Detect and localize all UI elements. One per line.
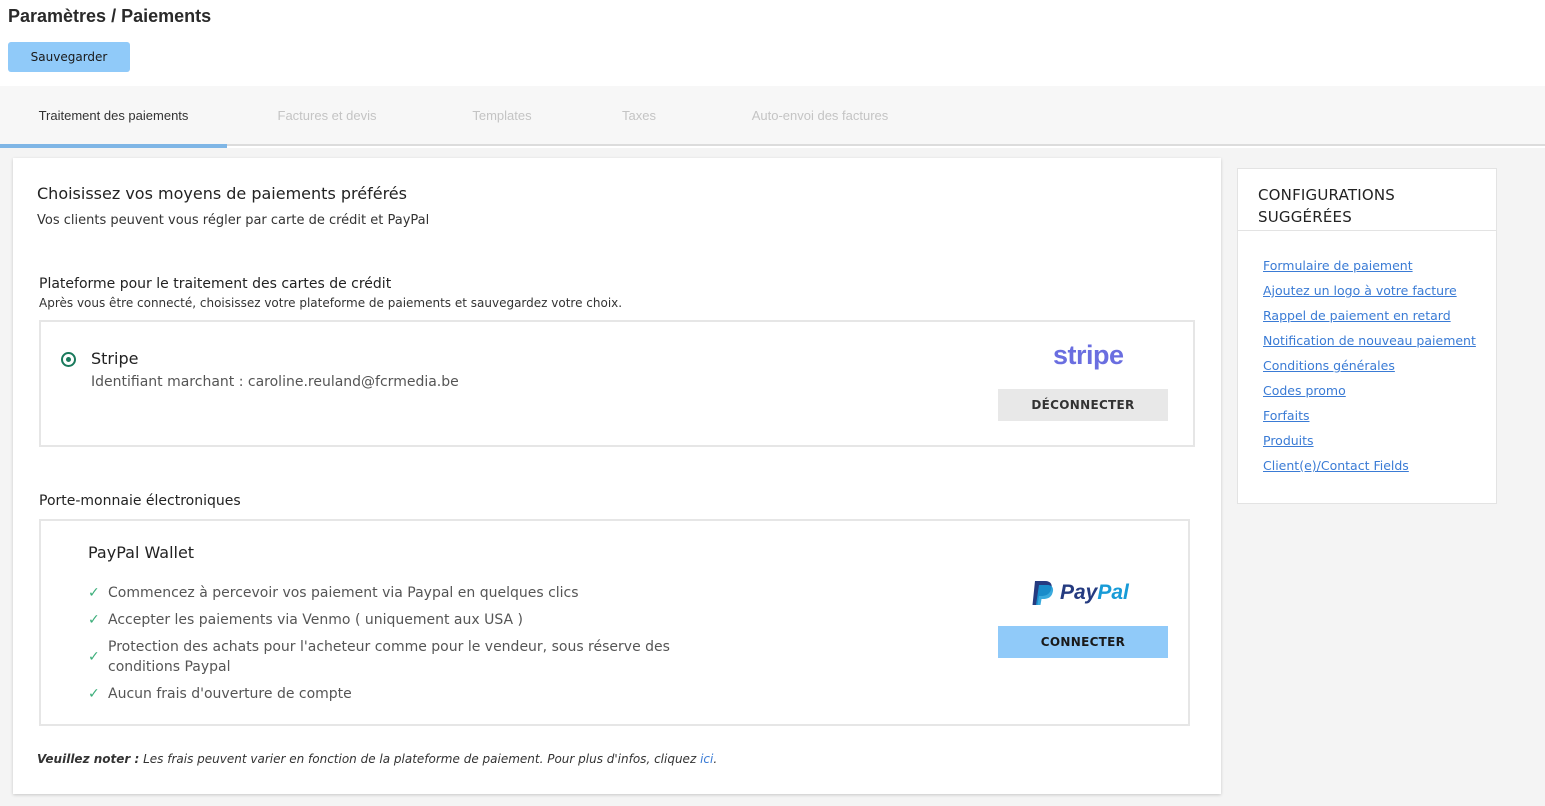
link-late-payment-reminder[interactable]: Rappel de paiement en retard bbox=[1263, 303, 1476, 328]
check-icon: ✓ bbox=[88, 612, 100, 628]
stripe-logo: stripe bbox=[1053, 340, 1124, 370]
feature-list: ✓ Commencez à percevoir vos paiement via… bbox=[88, 583, 708, 711]
link-promo-codes[interactable]: Codes promo bbox=[1263, 378, 1476, 403]
tab-bar: Traitement des paiements Factures et dev… bbox=[0, 86, 1545, 148]
connect-button[interactable]: CONNECTER bbox=[998, 626, 1168, 658]
payment-methods-card: Choisissez vos moyens de paiements préfé… bbox=[13, 158, 1221, 794]
tab-templates[interactable]: Templates bbox=[452, 86, 552, 146]
feature-item: ✓ Commencez à percevoir vos paiement via… bbox=[88, 583, 708, 603]
link-client-contact-fields[interactable]: Client(e)/Contact Fields bbox=[1263, 453, 1476, 478]
feature-text: Aucun frais d'ouverture de compte bbox=[108, 686, 352, 702]
feature-item: ✓ Aucun frais d'ouverture de compte bbox=[88, 684, 708, 704]
tab-auto-send-invoices[interactable]: Auto-envoi des factures bbox=[728, 86, 912, 146]
fees-note: Veuillez noter : Les frais peuvent varie… bbox=[37, 752, 717, 766]
tab-invoices-quotes[interactable]: Factures et devis bbox=[257, 86, 397, 146]
stripe-provider-box: Stripe Identifiant marchant : caroline.r… bbox=[39, 320, 1195, 447]
more-info-link[interactable]: ici bbox=[700, 752, 713, 766]
wallet-section-title: Porte-monnaie électroniques bbox=[39, 493, 241, 509]
check-icon: ✓ bbox=[88, 686, 100, 702]
save-button[interactable]: Sauvegarder bbox=[8, 42, 130, 72]
credit-card-section-title: Plateforme pour le traitement des cartes… bbox=[39, 276, 392, 292]
tab-payment-processing[interactable]: Traitement des paiements bbox=[0, 86, 227, 148]
top-bar: Paramètres / Paiements Sauvegarder bbox=[0, 0, 1545, 86]
tab-label: Factures et devis bbox=[277, 108, 377, 123]
side-panel-title: CONFIGURATIONS SUGGÉRÉES bbox=[1238, 169, 1496, 231]
tab-label: Templates bbox=[472, 108, 532, 123]
feature-text: Protection des achats pour l'acheteur co… bbox=[108, 639, 670, 675]
stripe-radio-button[interactable] bbox=[61, 352, 76, 367]
link-invoice-logo[interactable]: Ajoutez un logo à votre facture bbox=[1263, 278, 1476, 303]
feature-item: ✓ Protection des achats pour l'acheteur … bbox=[88, 637, 708, 677]
note-prefix: Veuillez noter : bbox=[37, 752, 140, 766]
wallet-name: PayPal Wallet bbox=[88, 543, 195, 562]
merchant-id: Identifiant marchant : caroline.reuland@… bbox=[91, 374, 459, 390]
note-text: Les frais peuvent varier en fonction de … bbox=[139, 752, 701, 766]
link-new-payment-notification[interactable]: Notification de nouveau paiement bbox=[1263, 328, 1476, 353]
suggested-links-list: Formulaire de paiement Ajoutez un logo à… bbox=[1263, 253, 1476, 478]
credit-card-section-description: Après vous être connecté, choisissez vot… bbox=[39, 296, 623, 310]
card-title: Choisissez vos moyens de paiements préfé… bbox=[37, 184, 407, 203]
check-icon: ✓ bbox=[88, 585, 100, 601]
paypal-logo: PayPal bbox=[1032, 579, 1129, 607]
link-products[interactable]: Produits bbox=[1263, 428, 1476, 453]
paypal-wallet-box: PayPal Wallet ✓ Commencez à percevoir vo… bbox=[39, 519, 1190, 726]
paypal-p-icon bbox=[1032, 581, 1054, 605]
provider-name: Stripe bbox=[91, 349, 139, 368]
note-suffix: . bbox=[713, 752, 718, 766]
feature-text: Accepter les paiements via Venmo ( uniqu… bbox=[108, 612, 523, 628]
tab-label: Taxes bbox=[622, 108, 656, 123]
link-payment-form[interactable]: Formulaire de paiement bbox=[1263, 253, 1476, 278]
paypal-wordmark: PayPal bbox=[1060, 581, 1129, 604]
tab-label: Auto-envoi des factures bbox=[751, 108, 889, 123]
feature-item: ✓ Accepter les paiements via Venmo ( uni… bbox=[88, 610, 708, 630]
tab-taxes[interactable]: Taxes bbox=[604, 86, 674, 146]
page-title: Paramètres / Paiements bbox=[8, 6, 212, 26]
check-icon: ✓ bbox=[88, 649, 100, 665]
feature-text: Commencez à percevoir vos paiement via P… bbox=[108, 585, 579, 601]
link-terms-conditions[interactable]: Conditions générales bbox=[1263, 353, 1476, 378]
suggested-configurations-panel: CONFIGURATIONS SUGGÉRÉES Formulaire de p… bbox=[1237, 168, 1497, 504]
link-packages[interactable]: Forfaits bbox=[1263, 403, 1476, 428]
disconnect-button[interactable]: DÉCONNECTER bbox=[998, 389, 1168, 421]
card-subtitle: Vos clients peuvent vous régler par cart… bbox=[37, 213, 430, 228]
tab-label: Traitement des paiements bbox=[38, 108, 189, 123]
